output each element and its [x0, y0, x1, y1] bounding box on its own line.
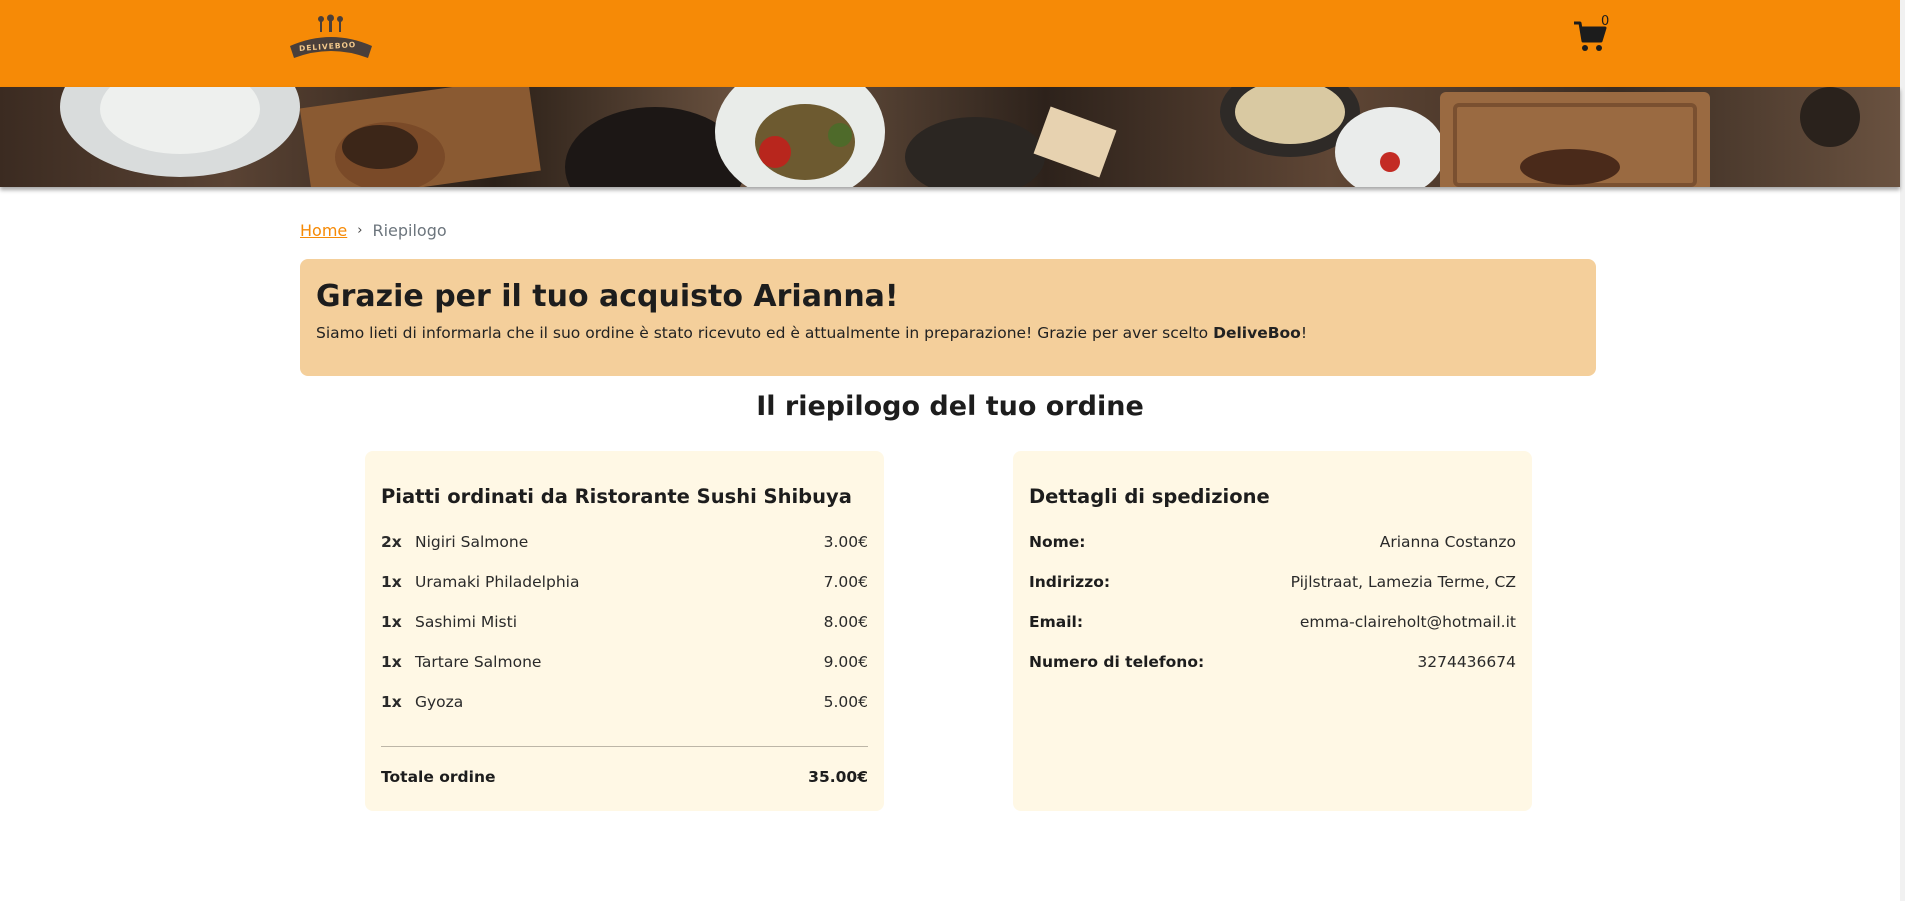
food-table-image: [60, 87, 1860, 187]
brand-name: DeliveBoo: [1213, 324, 1301, 342]
breadcrumb-current: Riepilogo: [372, 221, 447, 240]
shipping-field-name: Nome: Arianna Costanzo: [1029, 522, 1516, 562]
thank-you-message-end: !: [1300, 324, 1308, 342]
shipping-label: Numero di telefono:: [1029, 653, 1205, 671]
order-total-label: Totale ordine: [381, 768, 496, 786]
thank-you-alert: Grazie per il tuo acquisto Arianna! Siam…: [300, 259, 1596, 376]
hero-food-banner: [0, 87, 1900, 187]
order-item-row: 1x Uramaki Philadelphia 7.00€: [381, 562, 868, 602]
thank-you-message: Siamo lieti di informarla che il suo ord…: [316, 324, 1580, 342]
shipping-label: Indirizzo:: [1029, 573, 1111, 591]
deliveboo-logo-icon: [290, 14, 372, 58]
item-name: Tartare Salmone: [415, 653, 542, 671]
cart-count-badge: 0: [1601, 14, 1610, 29]
shipping-field-address: Indirizzo: Pijlstraat, Lamezia Terme, CZ: [1029, 562, 1516, 602]
breadcrumb-separator: ›: [357, 223, 363, 238]
order-divider: [381, 746, 868, 747]
order-item-row: 1x Tartare Salmone 9.00€: [381, 642, 868, 682]
shipping-label: Email:: [1029, 613, 1084, 631]
item-quantity: 1x: [381, 653, 402, 671]
item-quantity: 1x: [381, 693, 402, 711]
order-total-value: 35.00€: [808, 768, 868, 786]
top-navbar: DELIVEBOO 0: [0, 0, 1900, 87]
thank-you-message-text: Siamo lieti di informarla che il suo ord…: [316, 324, 1214, 342]
order-item-row: 1x Gyoza 5.00€: [381, 682, 868, 722]
deliveboo-logo[interactable]: DELIVEBOO: [288, 14, 374, 62]
order-summary-title: Il riepilogo del tuo ordine: [756, 391, 1144, 422]
item-quantity: 1x: [381, 613, 402, 631]
ordered-items-card: Piatti ordinati da Ristorante Sushi Shib…: [365, 451, 884, 811]
item-price: 3.00€: [823, 533, 868, 551]
shipping-value: emma-claireholt@hotmail.it: [1299, 613, 1516, 631]
shipping-field-phone: Numero di telefono: 3274436674: [1029, 642, 1516, 682]
shipping-value: Arianna Costanzo: [1379, 533, 1516, 551]
item-name: Sashimi Misti: [415, 613, 518, 631]
item-price: 7.00€: [823, 573, 868, 591]
item-price: 9.00€: [823, 653, 868, 671]
item-name: Gyoza: [415, 693, 464, 711]
order-item-row: 2x Nigiri Salmone 3.00€: [381, 522, 868, 562]
breadcrumb: Home › Riepilogo: [300, 221, 447, 240]
item-price: 8.00€: [823, 613, 868, 631]
item-name: Uramaki Philadelphia: [415, 573, 580, 591]
breadcrumb-home-link[interactable]: Home: [300, 221, 347, 240]
order-total-row: Totale ordine 35.00€: [381, 757, 868, 797]
item-price: 5.00€: [823, 693, 868, 711]
shipping-value: 3274436674: [1417, 653, 1516, 671]
ordered-items-title: Piatti ordinati da Ristorante Sushi Shib…: [381, 485, 852, 508]
shipping-field-email: Email: emma-claireholt@hotmail.it: [1029, 602, 1516, 642]
shipping-value: Pijlstraat, Lamezia Terme, CZ: [1290, 573, 1516, 591]
item-quantity: 2x: [381, 533, 402, 551]
shipping-details-card: Dettagli di spedizione Nome: Arianna Cos…: [1013, 451, 1532, 811]
page-scrollbar[interactable]: [1900, 0, 1905, 901]
shipping-details-title: Dettagli di spedizione: [1029, 485, 1270, 508]
shipping-label: Nome:: [1029, 533, 1086, 551]
thank-you-title: Grazie per il tuo acquisto Arianna!: [316, 279, 899, 314]
item-quantity: 1x: [381, 573, 402, 591]
item-name: Nigiri Salmone: [415, 533, 529, 551]
order-item-row: 1x Sashimi Misti 8.00€: [381, 602, 868, 642]
